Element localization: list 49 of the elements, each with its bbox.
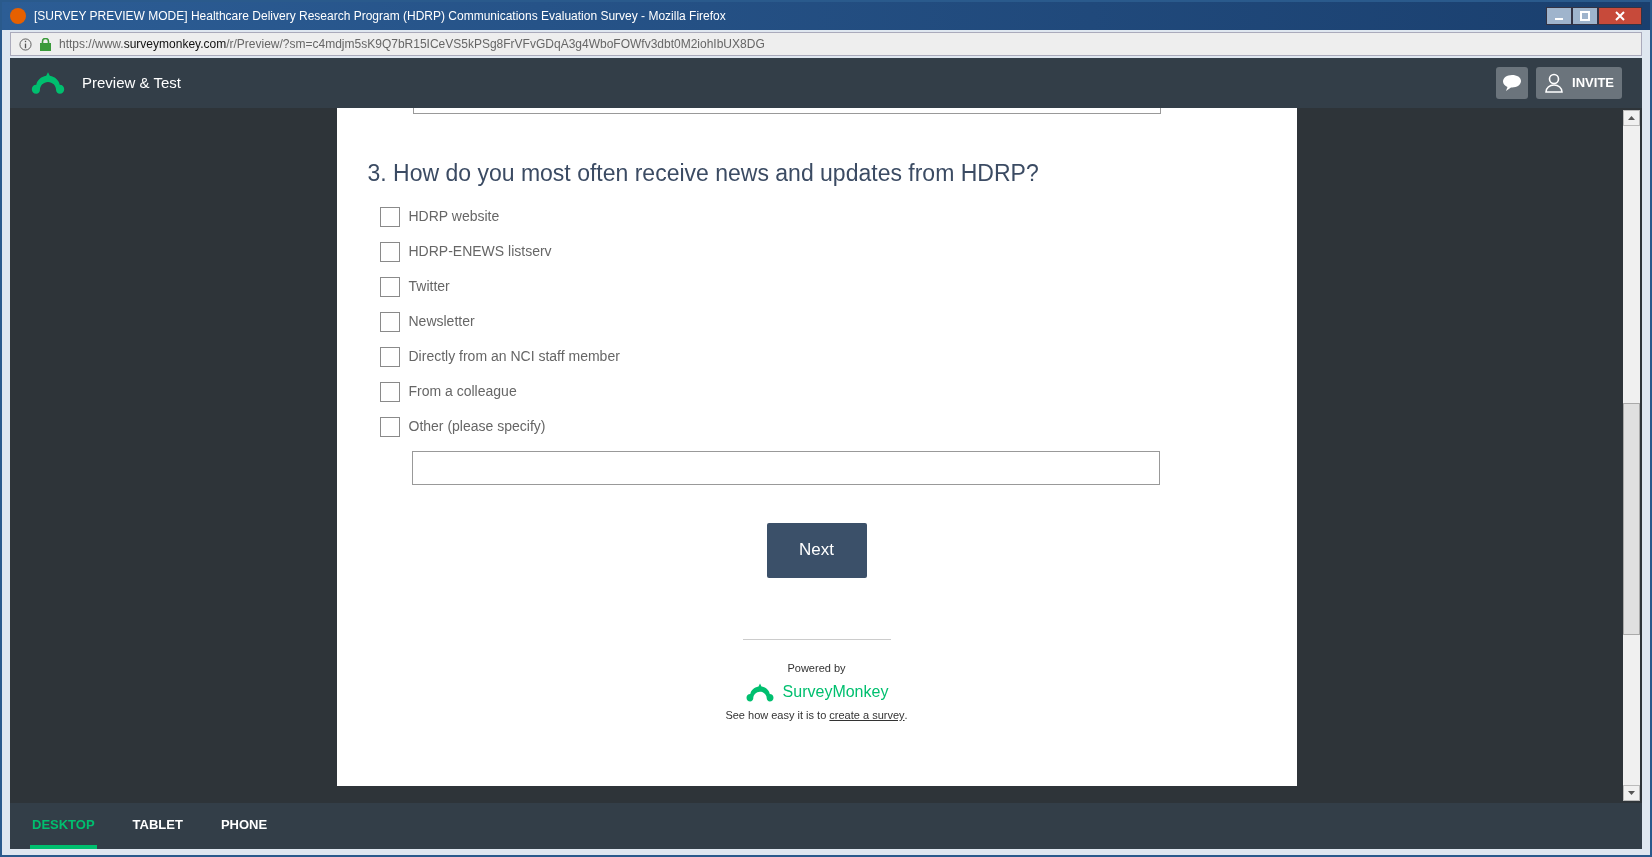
powered-by-text: Powered by bbox=[787, 660, 846, 676]
monkey-logo-icon bbox=[30, 70, 66, 96]
option-label: Other (please specify) bbox=[408, 417, 546, 436]
checkbox[interactable] bbox=[379, 311, 400, 332]
address-bar[interactable]: https://www.surveymonkey.com/r/Preview/?sm=c4mdjm5sK9Q7bR15ICeVS5kPSg8FrVFvGDqA3g4WboFOWfv3dbt0M2iohIbUX8DG bbox=[10, 32, 1642, 56]
scroll-up-button[interactable] bbox=[1623, 110, 1640, 126]
person-icon bbox=[1544, 73, 1565, 93]
device-tab[interactable]: PHONE bbox=[218, 805, 270, 849]
maximize-button[interactable] bbox=[1572, 7, 1598, 25]
brand-name: SurveyMonkey bbox=[782, 682, 889, 702]
checkbox[interactable] bbox=[379, 276, 400, 297]
up-arrow-icon bbox=[1628, 116, 1635, 120]
next-button[interactable]: Next bbox=[766, 522, 867, 578]
url-text: https://www.surveymonkey.com/r/Preview/?sm=c4mdjm5sK9Q7bR15ICeVS5kPSg8FrVFvGDqA3g4WboFOWfv3dbt0M2iohIbUX8DG bbox=[59, 36, 765, 53]
close-icon bbox=[1614, 10, 1626, 22]
checkbox[interactable] bbox=[379, 346, 400, 367]
browser-icon bbox=[10, 8, 26, 24]
minimize-icon bbox=[1555, 18, 1563, 20]
checkbox[interactable] bbox=[379, 241, 400, 262]
down-arrow-icon bbox=[1628, 791, 1635, 795]
tagline-text: See how easy it is to bbox=[725, 708, 828, 723]
other-text-field[interactable] bbox=[411, 450, 1160, 485]
minimize-button[interactable] bbox=[1546, 7, 1572, 25]
option-label: HDRP-ENEWS listserv bbox=[408, 242, 552, 261]
info-icon bbox=[19, 37, 32, 51]
invite-button[interactable]: INVITE bbox=[1536, 67, 1622, 99]
scroll-down-button[interactable] bbox=[1623, 785, 1640, 801]
speech-bubble-icon bbox=[1502, 74, 1523, 92]
checkbox[interactable] bbox=[379, 416, 400, 437]
header-title: Preview & Test bbox=[82, 72, 181, 93]
option-label: From a colleague bbox=[408, 382, 517, 401]
device-tab[interactable]: DESKTOP bbox=[30, 805, 97, 849]
chat-button[interactable] bbox=[1496, 67, 1529, 99]
checkbox[interactable] bbox=[379, 381, 400, 402]
option-label: Twitter bbox=[408, 277, 450, 296]
window-title: [SURVEY PREVIEW MODE] Healthcare Delivery Research Program (HDRP) Communications Evaluation Survey - Mozilla Firefox bbox=[34, 8, 727, 25]
option-label: Newsletter bbox=[408, 312, 475, 331]
checkbox[interactable] bbox=[379, 206, 400, 227]
device-tab[interactable]: TABLET bbox=[130, 805, 185, 849]
create-survey-link[interactable]: create a survey bbox=[829, 707, 905, 724]
close-button[interactable] bbox=[1598, 7, 1642, 25]
scroll-thumb[interactable] bbox=[1623, 403, 1640, 635]
option-label: HDRP website bbox=[408, 207, 500, 226]
monkey-logo-icon bbox=[744, 681, 775, 703]
lock-icon bbox=[40, 37, 51, 51]
question-title: 3. How do you most often receive news and updates from HDRP? bbox=[367, 159, 1040, 188]
option-label: Directly from an NCI staff member bbox=[408, 347, 620, 366]
period-text: . bbox=[904, 708, 908, 723]
maximize-icon bbox=[1579, 10, 1591, 22]
